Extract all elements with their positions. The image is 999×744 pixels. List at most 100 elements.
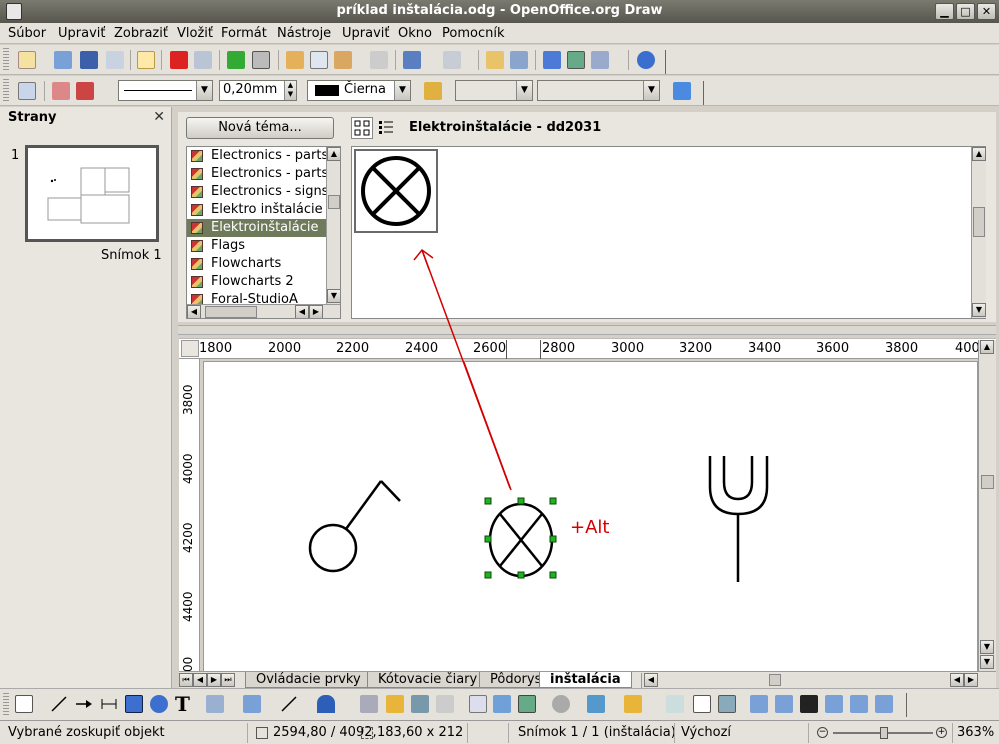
scroll-up-icon[interactable]: ▲ — [972, 147, 986, 161]
text-tool-icon[interactable]: T — [175, 694, 193, 714]
scroll-up-icon[interactable]: ▲ — [980, 340, 994, 354]
effects-icon[interactable] — [552, 695, 570, 713]
print-icon[interactable] — [194, 51, 212, 69]
menu-help[interactable]: Pomocník — [442, 26, 504, 41]
next-tab-icon[interactable]: ▶ — [207, 673, 221, 687]
paste-icon[interactable] — [334, 51, 352, 69]
theme-list-hscrollbar[interactable]: ◀ ◀ ▶ — [187, 304, 340, 318]
zoom-slider-handle[interactable] — [880, 727, 888, 739]
status-zoom[interactable]: 363% — [957, 725, 994, 740]
area-style-select[interactable]: ▼ — [455, 80, 533, 101]
undo-icon[interactable] — [403, 51, 421, 69]
cut-icon[interactable] — [286, 51, 304, 69]
tab-ovladacie-prvky[interactable]: Ovládacie prvky — [245, 672, 372, 688]
slide-thumbnail[interactable] — [25, 145, 159, 242]
send-mail-icon[interactable] — [106, 51, 124, 69]
scroll-left-icon[interactable]: ◀ — [295, 305, 309, 318]
menu-tools[interactable]: Nástroje — [277, 26, 331, 41]
gallery-icon[interactable] — [567, 51, 585, 69]
close-icon[interactable]: ✕ — [153, 109, 165, 125]
socket-symbol[interactable] — [708, 456, 769, 582]
lines-arrows-icon[interactable] — [280, 695, 298, 713]
scroll-down-icon[interactable]: ▼ — [980, 640, 994, 654]
zoom-page-icon[interactable] — [825, 695, 843, 713]
toolbar-grip[interactable] — [3, 79, 9, 103]
line-tool-icon[interactable] — [50, 695, 68, 713]
close-window-button[interactable]: ✕ — [977, 3, 996, 20]
scroll-left-icon[interactable]: ◀ — [950, 673, 964, 687]
theme-item[interactable]: Flowcharts — [187, 255, 326, 273]
redo-icon[interactable] — [443, 51, 461, 69]
drawing-canvas[interactable]: +Alt — [203, 258, 994, 673]
insert-image-icon[interactable] — [493, 695, 511, 713]
line-width-field[interactable]: 0,20mm ▲ ▼ — [219, 80, 297, 101]
scroll-down-icon[interactable]: ▼ — [327, 289, 340, 303]
curve-tool-icon[interactable] — [206, 695, 224, 713]
gallery-toggle-icon[interactable] — [518, 695, 536, 713]
scroll-down-icon[interactable]: ▼ — [972, 303, 986, 317]
rectangle-tool-icon[interactable] — [125, 695, 143, 713]
open-icon[interactable] — [54, 51, 72, 69]
gallery-scrollbar[interactable]: ▲ ▼ — [971, 147, 986, 318]
scroll-left-icon[interactable]: ◀ — [187, 305, 201, 318]
fontwork-icon[interactable] — [411, 695, 429, 713]
points-icon[interactable] — [360, 695, 378, 713]
zoom-in-icon[interactable] — [750, 695, 768, 713]
format-paintbrush-icon[interactable] — [370, 51, 388, 69]
ellipse-tool-icon[interactable] — [150, 695, 168, 713]
theme-list-scrollbar[interactable]: ▲ ▼ — [326, 147, 340, 304]
canvas-hscrollbar[interactable]: ◀ ◀ ▶ — [641, 673, 996, 688]
ruler-origin-icon[interactable] — [181, 340, 199, 357]
canvas-vscrollbar[interactable]: ▲ ▼ ▼ — [978, 340, 996, 671]
menu-window[interactable]: Okno — [398, 26, 432, 41]
from-file-icon[interactable] — [436, 695, 454, 713]
zoom-width-icon[interactable] — [850, 695, 868, 713]
scroll-right-icon[interactable]: ▶ — [309, 305, 323, 318]
shadow-toggle-icon[interactable] — [693, 695, 711, 713]
auto-spellcheck-icon[interactable] — [252, 51, 270, 69]
horizontal-ruler[interactable]: 1800 2000 2200 2400 2600 2800 3000 3200 … — [179, 338, 996, 359]
tab-instalacia[interactable]: inštalácia — [539, 672, 632, 688]
menu-file[interactable]: Súbor — [8, 26, 46, 41]
arrow-tool-icon[interactable] — [75, 695, 93, 713]
toolbar-grip[interactable] — [3, 48, 9, 72]
scroll-down-icon[interactable]: ▼ — [980, 655, 994, 669]
new-document-icon[interactable] — [18, 51, 36, 69]
shadow-icon[interactable] — [673, 82, 691, 100]
menu-insert[interactable]: Vložiť — [177, 26, 213, 41]
new-theme-button[interactable]: Nová téma... — [186, 117, 334, 139]
theme-item[interactable]: Flags — [187, 237, 326, 255]
zoom-icon[interactable] — [591, 51, 609, 69]
help-icon[interactable] — [637, 51, 655, 69]
crop-icon[interactable] — [718, 695, 736, 713]
chart-icon[interactable] — [486, 51, 504, 69]
theme-item[interactable]: Electronics - parts — [187, 147, 328, 165]
copy-icon[interactable] — [310, 51, 328, 69]
minimize-button[interactable]: ▁ — [935, 3, 954, 20]
area-fill-select[interactable]: ▼ — [537, 80, 660, 101]
scroll-right-icon[interactable]: ▶ — [964, 673, 978, 687]
text-frame-icon[interactable] — [469, 695, 487, 713]
theme-item[interactable]: Electronics - signs — [187, 183, 328, 201]
spellcheck-icon[interactable] — [227, 51, 245, 69]
basic-shapes-icon[interactable] — [317, 695, 335, 713]
tab-kotovacie-ciary[interactable]: Kótovacie čiary — [367, 672, 489, 688]
detail-view-button[interactable] — [376, 117, 398, 139]
scroll-left-icon[interactable]: ◀ — [644, 673, 658, 687]
menu-modify[interactable]: Upraviť — [342, 26, 389, 41]
zoom-out-button[interactable]: − — [817, 727, 828, 738]
select-pointer-icon[interactable] — [15, 695, 33, 713]
last-tab-icon[interactable]: ⏭ — [221, 673, 235, 687]
theme-item[interactable]: Flowcharts 2 — [187, 273, 326, 291]
dimension-tool-icon[interactable] — [100, 695, 118, 713]
edit-file-icon[interactable] — [137, 51, 155, 69]
line-icon[interactable] — [52, 82, 70, 100]
lamp-symbol-selected[interactable] — [484, 497, 557, 579]
line-color-select[interactable]: Čierna ▼ — [307, 80, 411, 101]
align-icon[interactable] — [587, 695, 605, 713]
theme-item-selected[interactable]: Elektroinštalácie — [187, 219, 326, 237]
zoom-object-icon[interactable] — [875, 695, 893, 713]
gallery-item-lamp[interactable] — [354, 149, 438, 233]
scroll-up-icon[interactable]: ▲ — [327, 147, 340, 161]
connector-tool-icon[interactable] — [243, 695, 261, 713]
